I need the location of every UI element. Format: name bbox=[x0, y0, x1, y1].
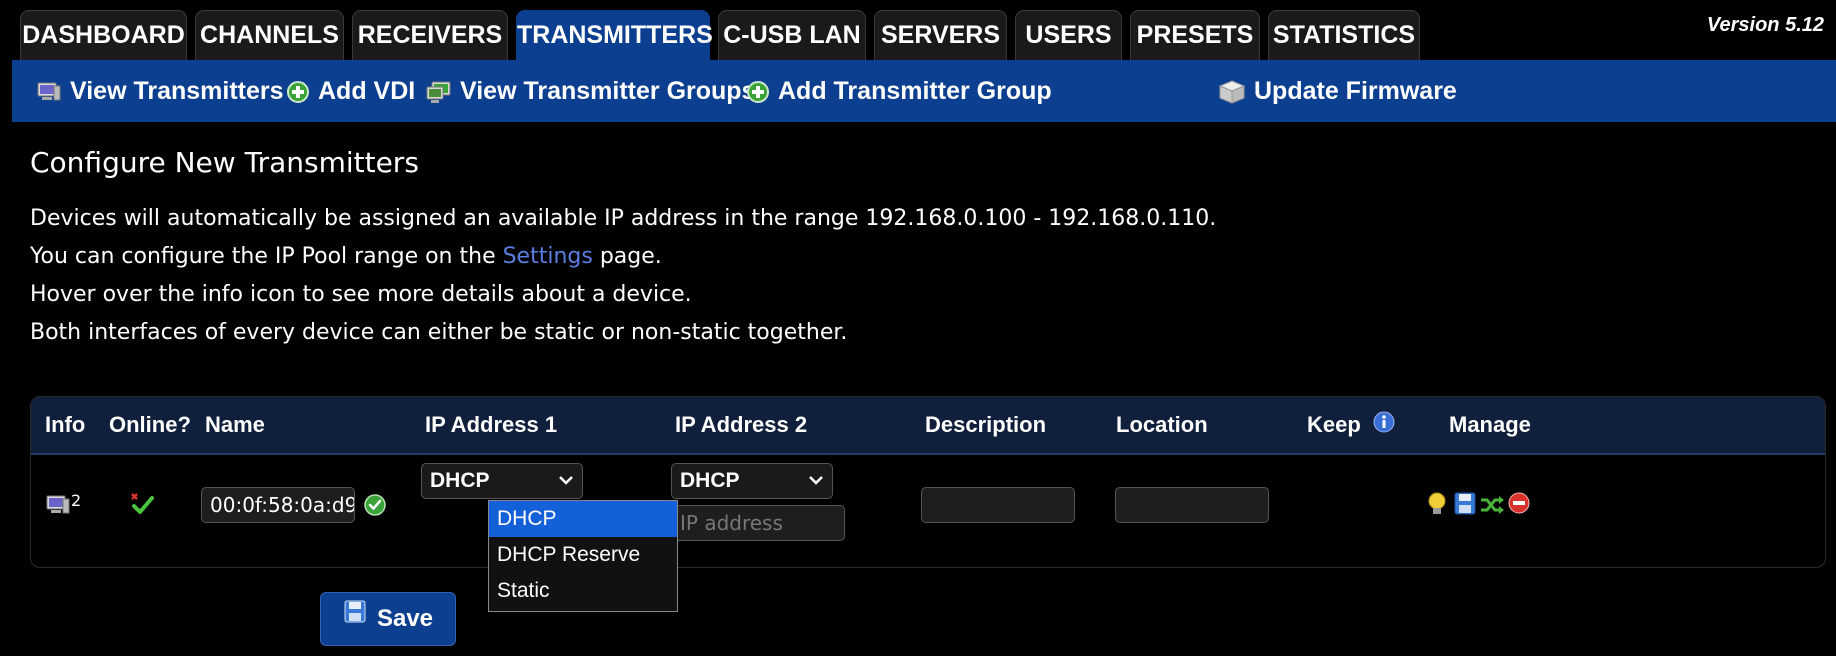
tab-c-usb-lan[interactable]: C-USB LAN bbox=[718, 10, 866, 60]
save-button-label: Save bbox=[376, 605, 434, 632]
online-check-icon bbox=[129, 491, 155, 521]
tab-users[interactable]: USERS bbox=[1015, 10, 1122, 60]
monitor-group-icon bbox=[426, 80, 452, 104]
chevron-down-icon bbox=[808, 464, 824, 509]
delete-icon[interactable] bbox=[1507, 491, 1531, 521]
version-label: Version 5.12 bbox=[1706, 14, 1824, 36]
info-line-settings: You can configure the IP Pool range on t… bbox=[30, 244, 662, 269]
info-line-ip-range: Devices will automatically be assigned a… bbox=[30, 206, 1217, 231]
nav-add-vdi[interactable]: Add VDI bbox=[286, 60, 415, 122]
package-icon bbox=[1218, 79, 1246, 105]
option-dhcp-reserve[interactable]: DHCP Reserve bbox=[489, 537, 677, 573]
table-header: Info Online? Name IP Address 1 IP Addres… bbox=[31, 397, 1825, 455]
nav-update-firmware-label: Update Firmware bbox=[1254, 77, 1457, 105]
header-keep-label: Keep bbox=[1307, 412, 1361, 437]
info-line-settings-prefix: You can configure the IP Pool range on t… bbox=[30, 244, 503, 269]
tab-channels[interactable]: CHANNELS bbox=[195, 10, 344, 60]
tab-servers[interactable]: SERVERS bbox=[874, 10, 1007, 60]
save-disk-icon bbox=[343, 592, 367, 644]
tab-presets[interactable]: PRESETS bbox=[1130, 10, 1260, 60]
nav-view-transmitters-label: View Transmitters bbox=[70, 77, 284, 105]
nav-view-transmitters[interactable]: View Transmitters bbox=[36, 60, 284, 122]
description-input[interactable] bbox=[921, 487, 1075, 523]
header-ip-address-1: IP Address 1 bbox=[425, 412, 558, 437]
ip2-mode-value: DHCP bbox=[680, 469, 740, 492]
main-content: Configure New Transmitters Devices will … bbox=[12, 122, 1836, 656]
header-name: Name bbox=[205, 412, 265, 437]
header-info: Info bbox=[45, 412, 86, 437]
nav-update-firmware[interactable]: Update Firmware bbox=[1218, 60, 1457, 122]
header-online: Online? bbox=[109, 412, 191, 437]
nav-add-transmitter-group-label: Add Transmitter Group bbox=[778, 77, 1052, 105]
nav-view-transmitter-groups-label: View Transmitter Groups bbox=[460, 77, 756, 105]
main-tab-bar: DASHBOARD CHANNELS RECEIVERS TRANSMITTER… bbox=[0, 0, 1836, 62]
ip1-mode-select[interactable]: DHCP bbox=[421, 463, 583, 499]
header-keep: Keep bbox=[1307, 397, 1395, 454]
header-ip-address-2: IP Address 2 bbox=[675, 412, 808, 437]
lightbulb-icon[interactable] bbox=[1425, 491, 1449, 521]
tab-transmitters[interactable]: TRANSMITTERS bbox=[516, 10, 713, 62]
header-location: Location bbox=[1116, 412, 1208, 437]
nav-add-transmitter-group[interactable]: Add Transmitter Group bbox=[746, 60, 1052, 122]
nav-add-vdi-label: Add VDI bbox=[318, 77, 416, 105]
monitor-icon bbox=[36, 80, 62, 104]
tab-receivers[interactable]: RECEIVERS bbox=[352, 10, 508, 60]
shuffle-icon[interactable] bbox=[1479, 493, 1505, 521]
add-icon bbox=[746, 80, 770, 104]
info-line-hover: Hover over the info icon to see more det… bbox=[30, 282, 692, 307]
option-dhcp[interactable]: DHCP bbox=[489, 501, 677, 537]
location-input[interactable] bbox=[1115, 487, 1269, 523]
save-button[interactable]: Save bbox=[320, 592, 456, 646]
add-icon bbox=[286, 80, 310, 104]
header-manage: Manage bbox=[1449, 412, 1531, 437]
save-disk-icon[interactable] bbox=[1453, 491, 1477, 521]
sub-navigation: View Transmitters Add VDI View Transmitt… bbox=[12, 60, 1836, 122]
header-description: Description bbox=[925, 412, 1047, 437]
info-icon[interactable] bbox=[1373, 398, 1395, 454]
name-valid-check-icon bbox=[363, 493, 387, 521]
ip2-mode-select[interactable]: DHCP bbox=[671, 463, 833, 499]
ip2-address-placeholder: IP address bbox=[680, 511, 783, 535]
info-line-settings-suffix: page. bbox=[592, 244, 662, 269]
ip1-mode-value: DHCP bbox=[430, 469, 490, 492]
info-line-static: Both interfaces of every device can eith… bbox=[30, 320, 848, 345]
table-row: 2 00:0f:58:0a:d9: DHCP DHCP IP address bbox=[31, 455, 1825, 567]
tab-statistics[interactable]: STATISTICS bbox=[1268, 10, 1420, 60]
transmitters-table: Info Online? Name IP Address 1 IP Addres… bbox=[30, 396, 1826, 568]
settings-link[interactable]: Settings bbox=[503, 244, 593, 269]
page-title: Configure New Transmitters bbox=[30, 146, 419, 179]
tab-dashboard[interactable]: DASHBOARD bbox=[20, 10, 187, 60]
ip1-mode-dropdown: DHCP DHCP Reserve Static bbox=[488, 500, 678, 612]
ip2-address-input[interactable]: IP address bbox=[671, 505, 845, 541]
device-count: 2 bbox=[71, 491, 82, 510]
device-name-input[interactable]: 00:0f:58:0a:d9: bbox=[201, 487, 355, 523]
nav-view-transmitter-groups[interactable]: View Transmitter Groups bbox=[426, 60, 755, 122]
monitor-icon[interactable] bbox=[45, 493, 71, 521]
option-static[interactable]: Static bbox=[489, 573, 677, 609]
